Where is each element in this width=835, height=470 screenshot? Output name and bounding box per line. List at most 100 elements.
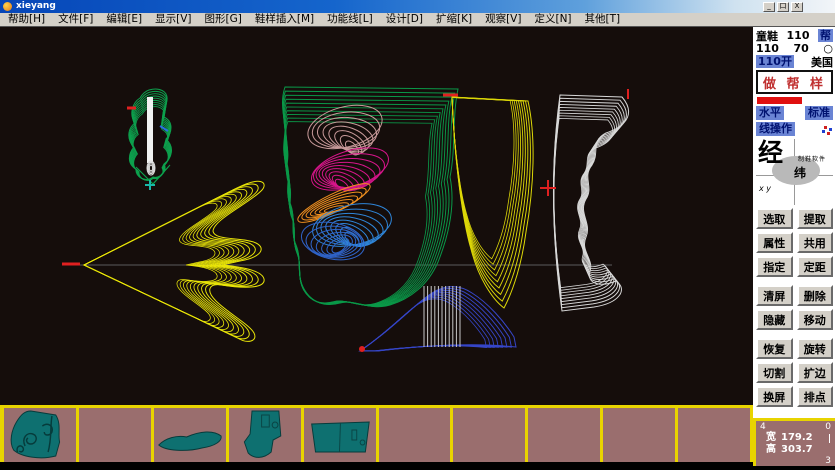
thumbnail-svg-1 (4, 408, 76, 462)
region-label: 美国 (811, 54, 833, 70)
blue-swirl-lower (298, 217, 368, 266)
menubar: 帮助[H] 文件[F] 编辑[E] 显示[V] 图形[G] 鞋样插入[M] 功能线[L] 设计… (0, 13, 835, 27)
menu-item-3[interactable]: 编辑[E] (106, 13, 142, 26)
menu-item-9[interactable]: 扩缩[K] (436, 13, 472, 26)
menu-item-6[interactable]: 鞋样插入[M] (255, 13, 314, 26)
width-value: 179.2 (781, 432, 813, 444)
menu-item-12[interactable]: 其他[T] (585, 13, 621, 26)
tool-button-5[interactable]: 指定 (756, 256, 793, 277)
menu-item-1[interactable]: 帮助[H] (8, 13, 45, 26)
menu-item-7[interactable]: 功能线[L] (327, 13, 373, 26)
minimize-button[interactable]: _ (763, 2, 775, 12)
brand-logo: 经 制鞋软件 纬 x y (756, 139, 833, 205)
param-value-3: 70 (794, 42, 809, 55)
tool-button-12[interactable]: 旋转 (797, 338, 834, 359)
window-title: xieyang (16, 0, 56, 13)
pattern-thumbnail-6[interactable] (379, 408, 454, 462)
window-controls: _ 口 X (763, 2, 835, 12)
tool-button-7[interactable]: 清屏 (756, 285, 793, 306)
thumbnail-svg-7 (453, 408, 525, 462)
thumbnail-svg-6 (379, 408, 451, 462)
height-value: 303.7 (781, 444, 813, 456)
tool-button-13[interactable]: 切割 (756, 362, 793, 383)
make-upper-pattern-button[interactable]: 做 帮 样 (756, 70, 833, 94)
yellow-arrow-nest (84, 181, 264, 341)
chip-row-2: 线操作 (756, 122, 833, 136)
bang-toggle[interactable]: 帮 (818, 29, 833, 42)
width-readout: 宽 179.2 (760, 432, 831, 444)
tool-button-8[interactable]: 删除 (797, 285, 834, 306)
tool-button-10[interactable]: 移动 (797, 309, 834, 330)
pattern-thumbnail-1[interactable] (4, 408, 79, 462)
line-op-icon (824, 126, 827, 129)
tool-button-14[interactable]: 扩边 (797, 362, 834, 383)
height-label: 高 (766, 444, 776, 456)
size-open-toggle[interactable]: 110开 (756, 55, 794, 68)
height-readout: 高 303.7 (760, 444, 831, 456)
pattern-thumbnail-10[interactable] (678, 408, 753, 462)
sidebar: 童鞋 110 帮 110 70 ○ 110开 美国 做 帮 样 水平 标准 线操… (753, 27, 835, 418)
logo-char-wei: 纬 (794, 164, 806, 181)
menu-item-5[interactable]: 图形[G] (205, 13, 242, 26)
tool-button-16[interactable]: 排点 (797, 386, 834, 407)
status-count-left: 4 (760, 422, 766, 432)
thumbnail-svg-5 (304, 408, 376, 462)
status-tick (829, 434, 830, 443)
line-operation-toggle[interactable]: 线操作 (756, 122, 795, 136)
tool-button-grid: 选取提取属性共用指定定距清屏删除隐藏移动恢复旋转切割扩边换屏排点 (756, 208, 833, 407)
pattern-thumbnail-5[interactable] (304, 408, 379, 462)
pattern-thumbnail-9[interactable] (603, 408, 678, 462)
menu-item-8[interactable]: 设计[D] (386, 13, 423, 26)
thumbnail-svg-3 (154, 408, 226, 462)
logo-subtitle: 制鞋软件 (798, 154, 826, 163)
teal-cross (145, 180, 155, 190)
titlebar: xieyang _ 口 X (0, 0, 835, 13)
param-row-3: 110开 美国 (756, 55, 833, 68)
thumbnail-svg-8 (528, 408, 600, 462)
tool-button-2[interactable]: 提取 (797, 208, 834, 229)
tool-button-9[interactable]: 隐藏 (756, 309, 793, 330)
chip-row-1: 水平 标准 (756, 106, 833, 120)
green-boot-nest (282, 87, 458, 307)
red-dot-sole (359, 346, 365, 352)
thumbnail-svg-4 (229, 408, 301, 462)
wireframe-svg (0, 27, 753, 405)
param-row-1: 童鞋 110 帮 (756, 29, 833, 42)
red-progress-bar (757, 97, 802, 104)
pattern-thumbnail-8[interactable] (528, 408, 603, 462)
close-button[interactable]: X (791, 2, 803, 12)
white-coil (147, 161, 155, 175)
pattern-strip (0, 405, 753, 462)
param-value-2: 110 (756, 42, 779, 55)
pattern-thumbnail-2[interactable] (79, 408, 154, 462)
tool-button-15[interactable]: 换屏 (756, 386, 793, 407)
status-bottom-row: 3 (760, 456, 831, 466)
standard-toggle[interactable]: 标准 (805, 106, 833, 120)
pattern-thumbnail-3[interactable] (154, 408, 229, 462)
menu-item-11[interactable]: 定义[N] (534, 13, 571, 26)
width-label: 宽 (766, 432, 776, 444)
pattern-thumbnail-4[interactable] (229, 408, 304, 462)
app-icon (3, 2, 12, 11)
menu-item-10[interactable]: 观察[V] (485, 13, 521, 26)
thumbnail-svg-10 (678, 408, 750, 462)
status-count-right: 0 (825, 422, 831, 432)
status-count-bottom: 3 (825, 456, 831, 466)
tool-button-4[interactable]: 共用 (797, 232, 834, 253)
pattern-thumbnail-7[interactable] (453, 408, 528, 462)
design-canvas[interactable] (0, 27, 753, 405)
restore-button[interactable]: 口 (777, 2, 789, 12)
thumbnail-svg-2 (79, 408, 151, 462)
thumbnail-svg-9 (603, 408, 675, 462)
tool-button-1[interactable]: 选取 (756, 208, 793, 229)
menu-item-2[interactable]: 文件[F] (58, 13, 93, 26)
logo-axes-label: x y (759, 184, 771, 193)
menu-item-4[interactable]: 显示[V] (155, 13, 191, 26)
tool-button-11[interactable]: 恢复 (756, 338, 793, 359)
app-window: xieyang _ 口 X 帮助[H] 文件[F] 编辑[E] 显示[V] 图形[G] 鞋… (0, 0, 835, 470)
tool-button-3[interactable]: 属性 (756, 232, 793, 253)
tool-button-6[interactable]: 定距 (797, 256, 834, 277)
horizontal-toggle[interactable]: 水平 (756, 106, 784, 120)
right-yellow-nest (452, 97, 533, 308)
status-panel: 4 0 宽 179.2 高 303.7 3 (753, 418, 835, 466)
